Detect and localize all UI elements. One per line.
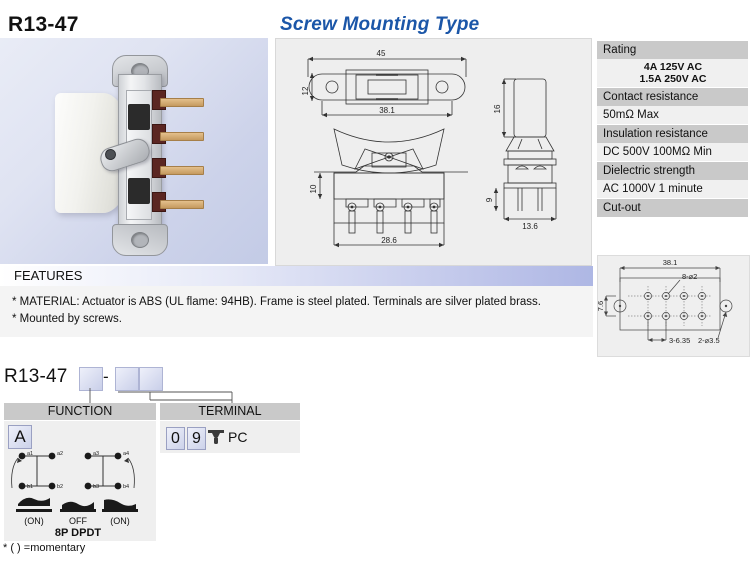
function-circuit-diagram: a1 a2 b1 b2 a3 a4 b3 b4 (ON) OFF (ON) 8P… (4, 448, 156, 547)
position-label-3: (ON) (110, 516, 130, 526)
terminal-label-a2: a2 (57, 451, 63, 457)
cutout-hole-note: 8-⌀2 (682, 272, 697, 281)
contact-block-bottom (128, 178, 150, 204)
dim-terminal-span: 28.6 (381, 236, 397, 245)
specification-table: Rating 4A 125V AC 1.5A 250V AC Contact r… (597, 40, 748, 218)
spec-value-dielectric-strength: AC 1000V 1 minute (597, 180, 748, 199)
terminal-label-b4: b4 (123, 484, 129, 490)
product-photo (0, 38, 268, 264)
dim-inner-width: 38.1 (379, 106, 395, 115)
rating-line-2: 1.5A 250V AC (639, 73, 707, 86)
cutout-svg: 38.1 8-⌀2 7.6 3-6.35 2-⌀3.5 (598, 258, 733, 345)
spec-label-contact-resistance: Contact resistance (597, 87, 748, 107)
terminal-code-9[interactable]: 9 (187, 427, 206, 450)
terminal-column-header: TERMINAL (160, 403, 300, 420)
function-code-a[interactable]: A (8, 425, 32, 449)
function-column-header: FUNCTION (4, 403, 156, 420)
cutout-mount-holes: 2-⌀3.5 (698, 336, 720, 345)
builder-dash: - (103, 367, 109, 386)
feature-line-mounting: * Mounted by screws. (12, 312, 122, 325)
features-title: FEATURES (14, 268, 83, 283)
cutout-dim-height: 7.6 (598, 301, 605, 311)
spec-value-insulation-resistance: DC 500V 100MΩ Min (597, 143, 748, 162)
terminal-pin-3 (160, 166, 204, 175)
position-label-2: OFF (69, 516, 87, 526)
terminal-label-a1: a1 (27, 451, 33, 457)
switch-type-label: 8P DPDT (55, 527, 102, 539)
spec-label-cutout: Cut-out (597, 198, 748, 218)
contact-block-top (128, 104, 150, 130)
builder-prefix: R13-47 (4, 366, 68, 387)
feature-line-material: * MATERIAL: Actuator is ABS (UL flame: 9… (12, 296, 541, 308)
features-body: * MATERIAL: Actuator is ABS (UL flame: 9… (0, 286, 593, 338)
terminal-label-a3: a3 (93, 451, 99, 457)
terminal-code-0[interactable]: 0 (166, 427, 185, 450)
page-title: R13-47 (8, 13, 79, 36)
terminal-label-b1: b1 (27, 484, 33, 490)
position-label-1: (ON) (24, 516, 44, 526)
dim-depth: 10 (309, 184, 318, 193)
dim-body-width: 13.6 (522, 222, 538, 231)
dim-overall-width: 45 (377, 49, 386, 58)
cutout-pitch: 3-6.35 (669, 336, 690, 345)
dim-height: 12 (301, 86, 310, 95)
cutout-dim-width: 38.1 (663, 258, 678, 267)
footnote: * ( ) =momentary (3, 542, 86, 554)
terminal-pin-2 (160, 132, 204, 141)
terminal-label-b3: b3 (93, 484, 99, 490)
circuit-svg: a1 a2 b1 b2 a3 a4 b3 b4 (ON) OFF (ON) 8P… (11, 451, 138, 539)
mounting-hole-bottom (131, 232, 149, 248)
features-section: FEATURES * MATERIAL: Actuator is ABS (UL… (0, 266, 593, 338)
cutout-diagram: 38.1 8-⌀2 7.6 3-6.35 2-⌀3.5 (597, 255, 750, 357)
terminal-pin-1 (160, 98, 204, 107)
spec-value-rating: 4A 125V AC 1.5A 250V AC (597, 59, 748, 88)
drawings-svg: 45 12 38.1 10 28.6 16 9 13.6 (301, 49, 557, 248)
terminal-label-pc: PC (228, 429, 248, 445)
spec-label-insulation-resistance: Insulation resistance (597, 124, 748, 144)
spec-label-rating: Rating (597, 40, 748, 59)
section-title: Screw Mounting Type (280, 14, 480, 35)
rating-line-1: 4A 125V AC (643, 61, 703, 73)
dim-actuator-height: 16 (493, 104, 502, 113)
terminal-label-b2: b2 (57, 484, 63, 490)
dim-terminal-length: 9 (485, 197, 494, 202)
terminal-pin-4 (160, 200, 204, 209)
terminal-label-a4: a4 (123, 451, 129, 457)
technical-drawings: 45 12 38.1 10 28.6 16 9 13.6 (275, 38, 592, 266)
spec-value-contact-resistance: 50mΩ Max (597, 106, 748, 125)
features-header-bar: FEATURES (0, 266, 593, 286)
terminal-shape-icon (207, 429, 225, 451)
spec-label-dielectric-strength: Dielectric strength (597, 161, 748, 181)
